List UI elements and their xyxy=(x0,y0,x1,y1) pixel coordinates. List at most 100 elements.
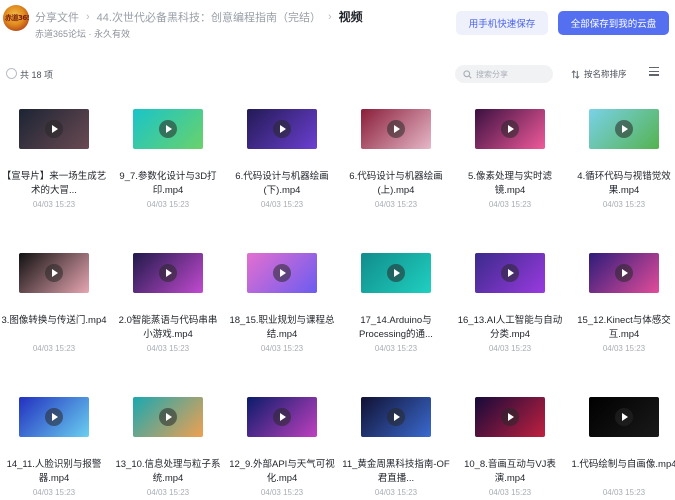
file-name[interactable]: 1.代码绘制与自画像.mp4 xyxy=(570,458,675,472)
file-name[interactable]: 18_15.职业规划与课程总结.mp4 xyxy=(228,314,336,342)
file-name[interactable]: 16_13.AI人工智能与自动分类.mp4 xyxy=(456,314,564,342)
avatar[interactable]: 赤道365 xyxy=(3,5,29,31)
file-name[interactable]: 10_8.音画互动与VJ表演.mp4 xyxy=(456,458,564,486)
file-name[interactable]: 【宣导片】来一场生成艺术的大冒... xyxy=(0,170,108,198)
breadcrumb: 分享文件 › 44.次世代必备黑科技：创意编程指南（完结） › 视频 xyxy=(35,8,363,25)
file-card[interactable]: 【宣导片】来一场生成艺术的大冒... 04/03 15:23 xyxy=(0,104,112,224)
file-date: 04/03 15:23 xyxy=(374,200,418,209)
video-thumbnail[interactable] xyxy=(133,253,203,293)
play-icon xyxy=(273,408,291,426)
file-name[interactable]: 5.像素处理与实时滤镜.mp4 xyxy=(456,170,564,198)
play-icon xyxy=(159,120,177,138)
video-thumbnail[interactable] xyxy=(475,397,545,437)
breadcrumb-item-course-folder[interactable]: 44.次世代必备黑科技：创意编程指南（完结） xyxy=(97,9,321,25)
file-name[interactable]: 14_11.人脸识别与报警器.mp4 xyxy=(0,458,108,486)
breadcrumb-item-share-files[interactable]: 分享文件 xyxy=(35,9,79,25)
file-name[interactable]: 17_14.Arduino与Processing的通... xyxy=(342,314,450,342)
play-icon xyxy=(501,120,519,138)
item-count: 共 18 项 xyxy=(20,70,54,80)
play-icon xyxy=(387,408,405,426)
file-date: 04/03 15:23 xyxy=(602,344,646,353)
file-card[interactable]: 9_7.参数化设计与3D打印.mp4 04/03 15:23 xyxy=(114,104,226,224)
file-card[interactable]: 4.循环代码与视错觉效果.mp4 04/03 15:23 xyxy=(570,104,675,224)
avatar-logo-text: 赤道365 xyxy=(5,14,29,22)
file-name[interactable]: 3.图像转换与传送门.mp4 xyxy=(0,314,108,328)
file-name[interactable]: 13_10.信息处理与粒子系统.mp4 xyxy=(114,458,222,486)
sort-button[interactable]: 按名称排序 xyxy=(571,68,627,80)
video-thumbnail[interactable] xyxy=(247,109,317,149)
play-icon xyxy=(45,408,63,426)
select-all-checkbox[interactable] xyxy=(6,68,17,79)
file-card[interactable]: 14_11.人脸识别与报警器.mp4 04/03 15:23 xyxy=(0,392,112,500)
file-card[interactable]: 6.代码设计与机器绘画(上).mp4 04/03 15:23 xyxy=(342,104,454,224)
video-thumbnail[interactable] xyxy=(589,397,659,437)
video-thumbnail[interactable] xyxy=(19,253,89,293)
play-icon xyxy=(159,264,177,282)
video-thumbnail[interactable] xyxy=(247,253,317,293)
file-date: 04/03 15:23 xyxy=(260,200,304,209)
video-thumbnail[interactable] xyxy=(361,253,431,293)
file-date: 04/03 15:23 xyxy=(602,488,646,497)
video-thumbnail[interactable] xyxy=(589,253,659,293)
file-card[interactable]: 11_黄金周黑科技指南-OF君直播... 04/03 15:23 xyxy=(342,392,454,500)
file-card[interactable]: 5.像素处理与实时滤镜.mp4 04/03 15:23 xyxy=(456,104,568,224)
video-thumbnail[interactable] xyxy=(133,397,203,437)
video-thumbnail[interactable] xyxy=(361,109,431,149)
share-info: 赤道365论坛 · 永久有效 xyxy=(35,29,131,39)
file-name[interactable]: 15_12.Kinect与体感交互.mp4 xyxy=(570,314,675,342)
play-icon xyxy=(615,120,633,138)
file-card[interactable]: 1.代码绘制与自画像.mp4 04/03 15:23 xyxy=(570,392,675,500)
play-icon xyxy=(501,264,519,282)
file-date: 04/03 15:23 xyxy=(146,200,190,209)
save-all-button[interactable]: 全部保存到我的云盘 xyxy=(558,11,669,35)
file-date: 04/03 15:23 xyxy=(488,344,532,353)
play-icon xyxy=(159,408,177,426)
video-thumbnail[interactable] xyxy=(133,109,203,149)
mobile-save-button[interactable]: 用手机快速保存 xyxy=(456,11,548,35)
video-thumbnail[interactable] xyxy=(361,397,431,437)
file-name[interactable]: 6.代码设计与机器绘画(下).mp4 xyxy=(228,170,336,198)
search-box[interactable] xyxy=(455,65,553,83)
file-date: 04/03 15:23 xyxy=(32,200,76,209)
video-thumbnail[interactable] xyxy=(19,397,89,437)
search-icon xyxy=(463,69,472,79)
file-date: 04/03 15:23 xyxy=(260,488,304,497)
video-thumbnail[interactable] xyxy=(19,109,89,149)
file-card[interactable]: 18_15.职业规划与课程总结.mp4 04/03 15:23 xyxy=(228,248,340,368)
file-date: 04/03 15:23 xyxy=(32,344,76,353)
list-view-icon[interactable] xyxy=(649,67,659,77)
video-thumbnail[interactable] xyxy=(247,397,317,437)
file-card[interactable]: 13_10.信息处理与粒子系统.mp4 04/03 15:23 xyxy=(114,392,226,500)
chevron-right-icon: › xyxy=(327,10,332,23)
file-card[interactable]: 2.0智能蒸语与代码串串小游戏.mp4 04/03 15:23 xyxy=(114,248,226,368)
play-icon xyxy=(387,120,405,138)
file-card[interactable]: 3.图像转换与传送门.mp4 04/03 15:23 xyxy=(0,248,112,368)
file-card[interactable]: 12_9.外部API与天气可视化.mp4 04/03 15:23 xyxy=(228,392,340,500)
file-card[interactable]: 10_8.音画互动与VJ表演.mp4 04/03 15:23 xyxy=(456,392,568,500)
file-date: 04/03 15:23 xyxy=(32,488,76,497)
file-date: 04/03 15:23 xyxy=(488,200,532,209)
play-icon xyxy=(615,264,633,282)
file-name[interactable]: 12_9.外部API与天气可视化.mp4 xyxy=(228,458,336,486)
play-icon xyxy=(387,264,405,282)
sort-label: 按名称排序 xyxy=(584,69,627,79)
play-icon xyxy=(273,264,291,282)
sort-icon xyxy=(571,69,580,79)
file-name[interactable]: 9_7.参数化设计与3D打印.mp4 xyxy=(114,170,222,198)
video-thumbnail[interactable] xyxy=(475,109,545,149)
video-thumbnail[interactable] xyxy=(589,109,659,149)
file-name[interactable]: 2.0智能蒸语与代码串串小游戏.mp4 xyxy=(114,314,222,342)
chevron-right-icon: › xyxy=(86,10,90,23)
file-card[interactable]: 15_12.Kinect与体感交互.mp4 04/03 15:23 xyxy=(570,248,675,368)
video-thumbnail[interactable] xyxy=(475,253,545,293)
file-card[interactable]: 17_14.Arduino与Processing的通... 04/03 15:23 xyxy=(342,248,454,368)
file-name[interactable]: 6.代码设计与机器绘画(上).mp4 xyxy=(342,170,450,198)
play-icon xyxy=(45,264,63,282)
file-card[interactable]: 16_13.AI人工智能与自动分类.mp4 04/03 15:23 xyxy=(456,248,568,368)
file-name[interactable]: 11_黄金周黑科技指南-OF君直播... xyxy=(342,458,450,486)
file-card[interactable]: 6.代码设计与机器绘画(下).mp4 04/03 15:23 xyxy=(228,104,340,224)
file-date: 04/03 15:23 xyxy=(260,344,304,353)
search-input[interactable] xyxy=(476,69,546,79)
play-icon xyxy=(501,408,519,426)
file-name[interactable]: 4.循环代码与视错觉效果.mp4 xyxy=(570,170,675,198)
